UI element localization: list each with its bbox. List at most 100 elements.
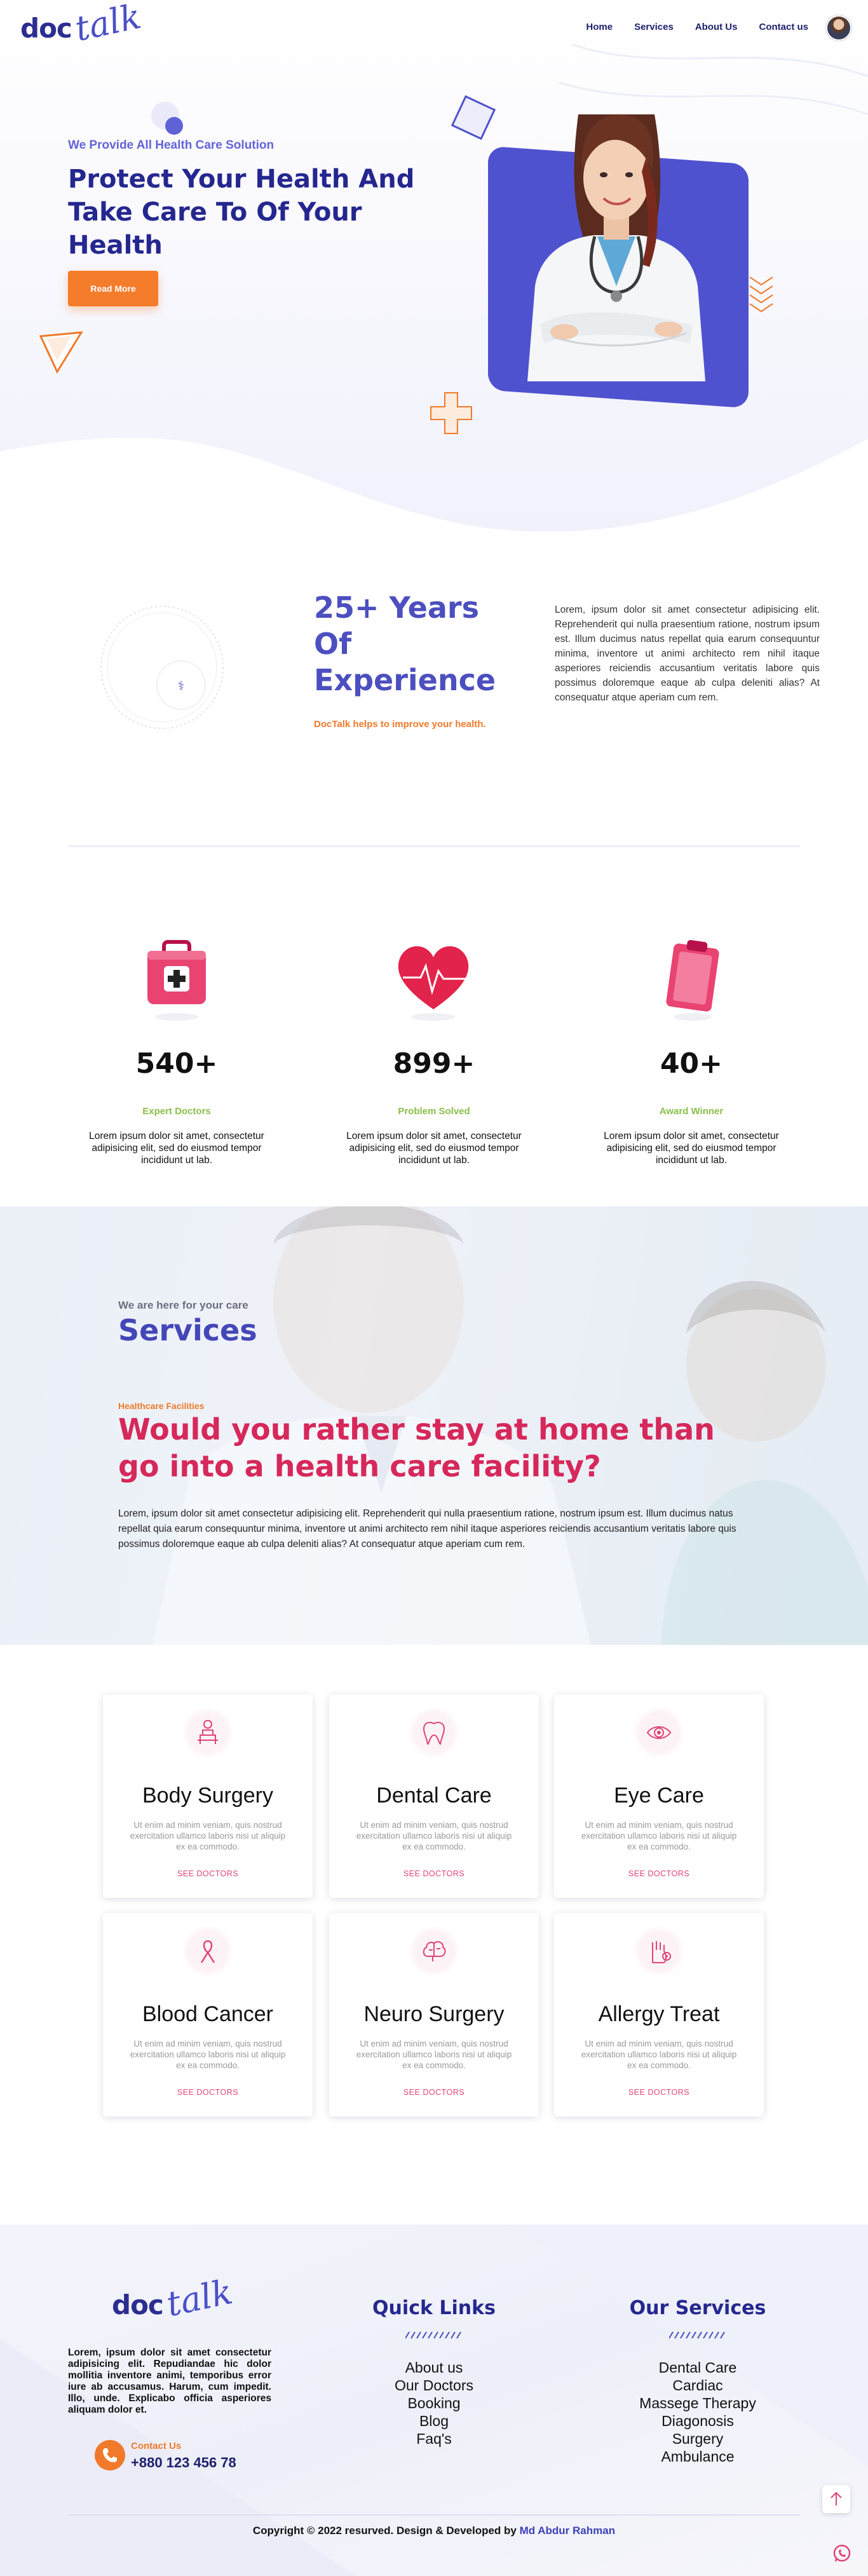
read-more-button[interactable]: Read More: [68, 271, 158, 306]
see-doctors-link[interactable]: SEE DOCTORS: [329, 2088, 539, 2097]
footer-logo-talk: talk: [163, 2271, 236, 2325]
see-doctors-link[interactable]: SEE DOCTORS: [554, 1869, 764, 1878]
decor-circles: [151, 102, 183, 135]
service-card-blood-cancer[interactable]: Blood Cancer Ut enim ad minim veniam, qu…: [103, 1913, 313, 2116]
service-card-eye-care[interactable]: Eye Care Ut enim ad minim veniam, quis n…: [554, 1694, 764, 1898]
nav-link-services[interactable]: Services: [634, 22, 674, 32]
phone-icon[interactable]: [95, 2440, 125, 2470]
decor-triangle: [39, 331, 83, 374]
decor-chevrons: [749, 276, 773, 313]
see-doctors-link[interactable]: SEE DOCTORS: [554, 2088, 764, 2097]
service-card-body-surgery[interactable]: Body Surgery Ut enim ad minim veniam, qu…: [103, 1694, 313, 1898]
nav-link-about[interactable]: About Us: [695, 22, 738, 32]
service-card-neuro-surgery[interactable]: Neuro Surgery Ut enim ad minim veniam, q…: [329, 1913, 539, 2116]
footer-service-cardiac[interactable]: Cardiac: [602, 2376, 793, 2394]
services-tag: Healthcare Facilities: [118, 1401, 205, 1411]
footer-logo[interactable]: doc talk: [112, 2271, 239, 2333]
service-text: Ut enim ad minim veniam, quis nostrud ex…: [581, 2039, 737, 2070]
user-avatar[interactable]: [826, 15, 851, 41]
service-title: Eye Care: [614, 1783, 704, 1808]
service-title: Neuro Surgery: [363, 2002, 505, 2026]
see-doctors-link[interactable]: SEE DOCTORS: [103, 1869, 313, 1878]
hero-title: Protect Your Health And Take Care To Of …: [68, 165, 415, 260]
our-services-title: Our Services: [629, 2297, 766, 2319]
footer-service-massage[interactable]: Massege Therapy: [602, 2394, 793, 2412]
clipboard-icon: [666, 939, 719, 1021]
experience-subtitle: DocTalk helps to improve your health.: [314, 719, 486, 730]
stat-label-problems: Problem Solved: [398, 1106, 470, 1117]
footer-logo-doc: doc: [112, 2289, 164, 2320]
service-card-dental-care[interactable]: Dental Care Ut enim ad minim veniam, qui…: [329, 1694, 539, 1898]
services-title: Services: [118, 1313, 257, 1347]
copyright-text: Copyright © 2022 resurved. Design & Deve…: [252, 2525, 517, 2537]
footer-service-diagnosis[interactable]: Diagonosis: [602, 2412, 793, 2430]
body-surgery-icon: [182, 1707, 233, 1758]
stat-desc-problems: Lorem ipsum dolor sit amet, consectetur …: [346, 1131, 522, 1166]
footer-contact-label: Contact Us: [131, 2441, 182, 2451]
stat-value-problems: 899+: [393, 1047, 475, 1080]
eye-icon: [634, 1707, 684, 1758]
service-text: Ut enim ad minim veniam, quis nostrud ex…: [581, 1820, 737, 1851]
service-title: Dental Care: [376, 1783, 492, 1808]
service-text: Ut enim ad minim veniam, quis nostrud ex…: [130, 2039, 286, 2070]
top-navbar: doc talk Home Services About Us Contact …: [0, 0, 868, 56]
see-doctors-link[interactable]: SEE DOCTORS: [103, 2088, 313, 2097]
footer-service-surgery[interactable]: Surgery: [602, 2430, 793, 2448]
first-aid-kit-icon: [147, 940, 206, 1021]
tooth-icon: [409, 1707, 459, 1758]
decor-square: [451, 95, 496, 140]
whatsapp-icon: [833, 2544, 851, 2562]
services-subtitle: We are here for your care: [118, 1299, 248, 1311]
scroll-to-top-button[interactable]: [822, 2485, 850, 2513]
service-title: Allergy Treat: [598, 2002, 720, 2026]
quick-link-booking[interactable]: Booking: [339, 2394, 529, 2412]
quick-link-blog[interactable]: Blog: [339, 2412, 529, 2430]
logo[interactable]: doc talk: [20, 0, 144, 53]
quick-link-about[interactable]: About us: [339, 2359, 529, 2376]
stat-desc-doctors: Lorem ipsum dolor sit amet, consectetur …: [89, 1131, 264, 1166]
copyright: Copyright © 2022 resurved. Design & Deve…: [0, 2525, 868, 2537]
service-card-allergy-treat[interactable]: Allergy Treat Ut enim ad minim veniam, q…: [554, 1913, 764, 2116]
footer-service-ambulance[interactable]: Ambulance: [602, 2448, 793, 2465]
stat-label-awards: Award Winner: [659, 1106, 724, 1117]
copyright-author[interactable]: Md Abdur Rahman: [520, 2525, 615, 2537]
hero-subtitle: We Provide All Health Care Solution: [68, 139, 275, 152]
stat-value-doctors: 540+: [135, 1047, 218, 1080]
experience-title: 25+ Years Of Experience: [314, 590, 496, 697]
logo-doc-text: doc: [20, 13, 72, 44]
logo-talk-text: talk: [71, 0, 145, 50]
service-text: Ut enim ad minim veniam, quis nostrud ex…: [130, 1820, 286, 1851]
allergy-hand-icon: [634, 1926, 684, 1977]
nav-link-contact[interactable]: Contact us: [759, 22, 808, 32]
our-services-list: Dental Care Cardiac Massege Therapy Diag…: [602, 2359, 793, 2465]
quick-links-title: Quick Links: [372, 2297, 496, 2319]
services-text: Lorem, ipsum dolor sit amet consectetur …: [118, 1508, 736, 1550]
nav-link-home[interactable]: Home: [586, 22, 613, 32]
section-divider: [68, 845, 800, 847]
service-title: Blood Cancer: [142, 2002, 273, 2026]
footer-about-text: Lorem, ipsum dolor sit amet consectetur …: [68, 2347, 271, 2415]
see-doctors-link[interactable]: SEE DOCTORS: [329, 1869, 539, 1878]
quick-link-doctors[interactable]: Our Doctors: [339, 2376, 529, 2394]
experience-text: Lorem, ipsum dolor sit amet consectetur …: [555, 604, 820, 703]
quick-links-underline: [405, 2331, 461, 2339]
doctor-illustration: [527, 114, 705, 381]
decor-plus: [430, 392, 472, 434]
brain-icon: [409, 1926, 459, 1977]
quick-link-faq[interactable]: Faq's: [339, 2430, 529, 2448]
services-heading: Would you rather stay at home than go in…: [118, 1412, 715, 1483]
arrow-up-icon: [831, 2491, 842, 2505]
experience-circle-graphic: ⚕: [100, 606, 224, 729]
svg-text:⚕: ⚕: [178, 678, 185, 693]
cancer-ribbon-icon: [182, 1926, 233, 1977]
whatsapp-button[interactable]: [829, 2541, 855, 2566]
service-title: Body Surgery: [142, 1783, 273, 1808]
stat-value-awards: 40+: [660, 1047, 723, 1080]
nav-links: Home Services About Us Contact us: [586, 22, 808, 32]
quick-links-list: About us Our Doctors Booking Blog Faq's: [339, 2359, 529, 2448]
footer-contact-number[interactable]: +880 123 456 78: [131, 2455, 236, 2471]
footer-service-dental[interactable]: Dental Care: [602, 2359, 793, 2376]
service-text: Ut enim ad minim veniam, quis nostrud ex…: [356, 2039, 512, 2070]
footer-divider: [68, 2514, 800, 2516]
heartbeat-icon: [398, 946, 471, 1021]
